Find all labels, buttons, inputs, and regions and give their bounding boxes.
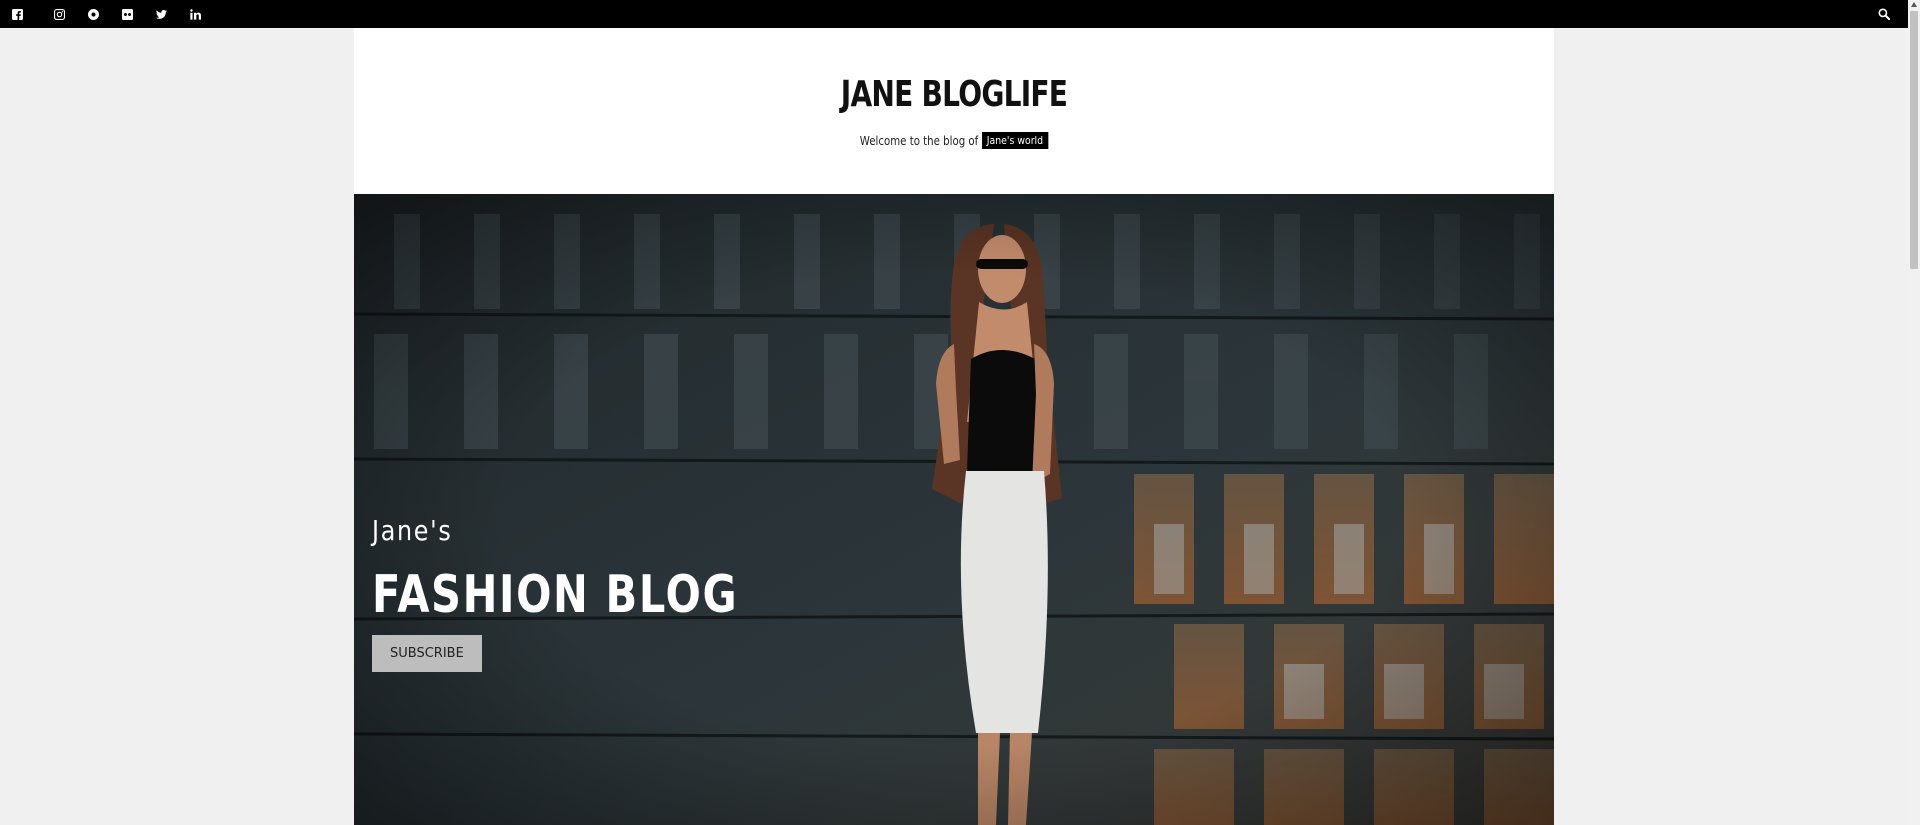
twitter-icon[interactable] — [144, 0, 178, 28]
medium-icon[interactable] — [76, 0, 110, 28]
flickr-icon[interactable] — [110, 0, 144, 28]
hero-text-block: Jane's FASHION BLOG SUBSCRIBE — [372, 514, 830, 672]
top-bar — [0, 0, 1908, 28]
site-tagline: Welcome to the blog of Jane's world — [444, 132, 1464, 149]
linkedin-icon[interactable] — [178, 0, 212, 28]
facebook-icon[interactable] — [8, 0, 26, 28]
site-title[interactable]: JANE BLOGLIFE — [486, 74, 1422, 115]
hero-background-image — [354, 194, 1554, 825]
search-icon — [1878, 8, 1890, 20]
instagram-icon[interactable] — [42, 0, 76, 28]
hero-title: FASHION BLOG — [372, 565, 739, 625]
tagline-text: Welcome to the blog of — [859, 133, 979, 148]
subscribe-button[interactable]: SUBSCRIBE — [372, 635, 482, 672]
page-scrollbar[interactable] — [1908, 0, 1920, 825]
site-header: JANE BLOGLIFE Welcome to the blog of Jan… — [354, 28, 1554, 194]
hero-kicker: Jane's — [372, 514, 453, 547]
tagline-highlight: Jane's world — [981, 132, 1049, 149]
hero-banner: Jane's FASHION BLOG SUBSCRIBE — [354, 194, 1554, 825]
social-links — [8, 0, 212, 28]
page-container: JANE BLOGLIFE Welcome to the blog of Jan… — [354, 28, 1554, 825]
scrollbar-thumb[interactable] — [1910, 11, 1918, 269]
scroll-up-arrow-icon[interactable] — [1911, 2, 1917, 7]
search-button[interactable] — [1874, 0, 1894, 28]
